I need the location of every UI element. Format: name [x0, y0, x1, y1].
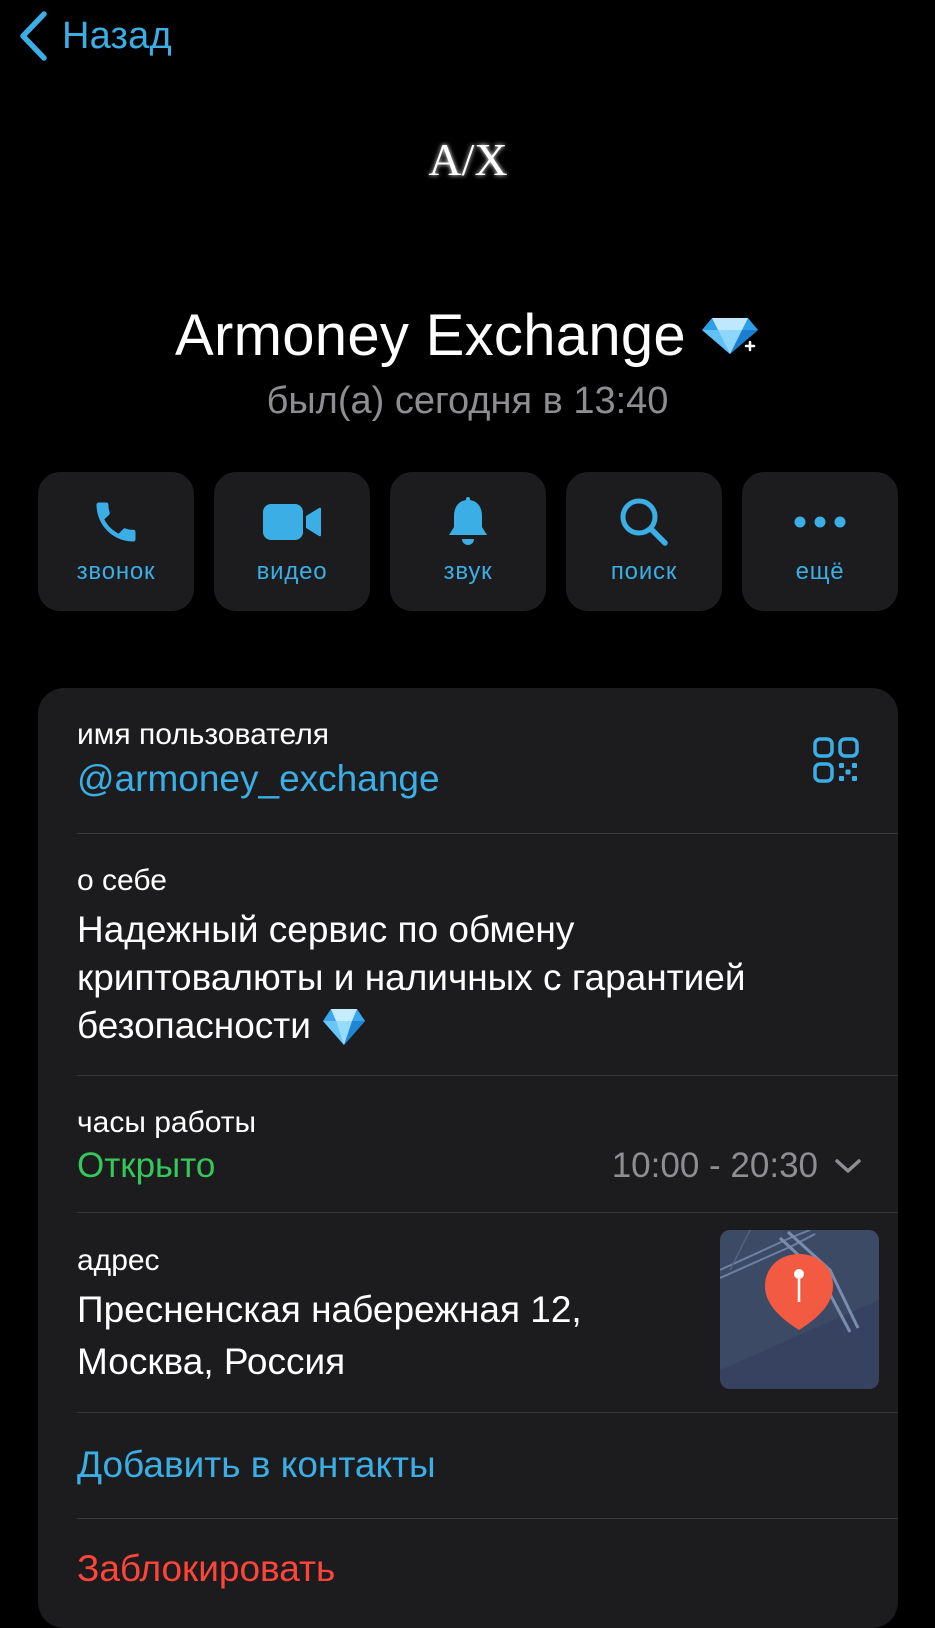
- username-label: имя пользователя: [77, 718, 329, 751]
- divider: [77, 1212, 898, 1213]
- search-label: поиск: [610, 558, 678, 585]
- hours-time: 10:00 - 20:30: [611, 1146, 818, 1185]
- username-row[interactable]: имя пользователя @armoney_exchange: [77, 718, 898, 800]
- video-label: видео: [256, 558, 328, 585]
- block-row[interactable]: Заблокировать: [77, 1548, 898, 1590]
- username-value[interactable]: @armoney_exchange: [77, 758, 898, 800]
- qr-code-icon[interactable]: [812, 736, 860, 789]
- call-button[interactable]: звонок: [38, 472, 194, 611]
- phone-icon: [84, 494, 148, 550]
- add-contact-button[interactable]: Добавить в контакты: [77, 1444, 898, 1486]
- hours-label: часы работы: [77, 1106, 257, 1139]
- video-button[interactable]: видео: [214, 472, 370, 611]
- chevron-down-icon[interactable]: [834, 1157, 862, 1175]
- divider: [77, 833, 898, 834]
- sound-button[interactable]: звук: [390, 472, 546, 611]
- chevron-left-icon: [20, 11, 47, 61]
- search-icon: [612, 494, 676, 550]
- add-contact-row[interactable]: Добавить в контакты: [77, 1444, 898, 1486]
- divider: [77, 1412, 898, 1413]
- diamond-icon: [322, 1009, 365, 1045]
- sound-label: звук: [443, 558, 493, 585]
- hours-open-status: Открыто: [77, 1146, 216, 1185]
- about-row: о себе Надежный сервис по обмену криптов…: [77, 864, 898, 1050]
- about-line: криптовалюты и наличных с гарантией: [77, 957, 746, 998]
- search-button[interactable]: поиск: [566, 472, 722, 611]
- block-button[interactable]: Заблокировать: [77, 1548, 898, 1590]
- more-dots-icon: [788, 494, 852, 550]
- more-label: ещё: [795, 558, 845, 585]
- back-button[interactable]: Назад: [18, 10, 172, 62]
- more-button[interactable]: ещё: [742, 472, 898, 611]
- about-label: о себе: [77, 864, 167, 897]
- profile-name: Armoney Exchange: [175, 303, 686, 368]
- diamond-premium-icon: [701, 317, 758, 354]
- profile-name-row: Armoney Exchange: [0, 302, 935, 369]
- about-line: Надежный сервис по обмену: [77, 909, 575, 950]
- bell-icon: [436, 494, 500, 550]
- ax-logo: A/X: [428, 134, 507, 185]
- avatar[interactable]: A/X: [403, 120, 533, 200]
- divider: [77, 1075, 898, 1076]
- action-bar: звонок видео звук поиск ещё: [38, 472, 898, 611]
- about-line: безопасности: [77, 1005, 311, 1046]
- last-seen-status: был(а) сегодня в 13:40: [266, 380, 669, 422]
- about-text: Надежный сервис по обмену криптовалюты и…: [77, 906, 898, 1050]
- svg-text:A/X: A/X: [428, 134, 507, 185]
- info-card: имя пользователя @armoney_exchange о себ…: [38, 688, 898, 1628]
- call-label: звонок: [76, 558, 156, 585]
- video-camera-icon: [260, 494, 324, 550]
- map-thumbnail[interactable]: [720, 1230, 879, 1389]
- hours-row[interactable]: часы работы Открыто 10:00 - 20:30: [77, 1106, 898, 1186]
- back-label: Назад: [62, 14, 172, 57]
- divider: [77, 1518, 898, 1519]
